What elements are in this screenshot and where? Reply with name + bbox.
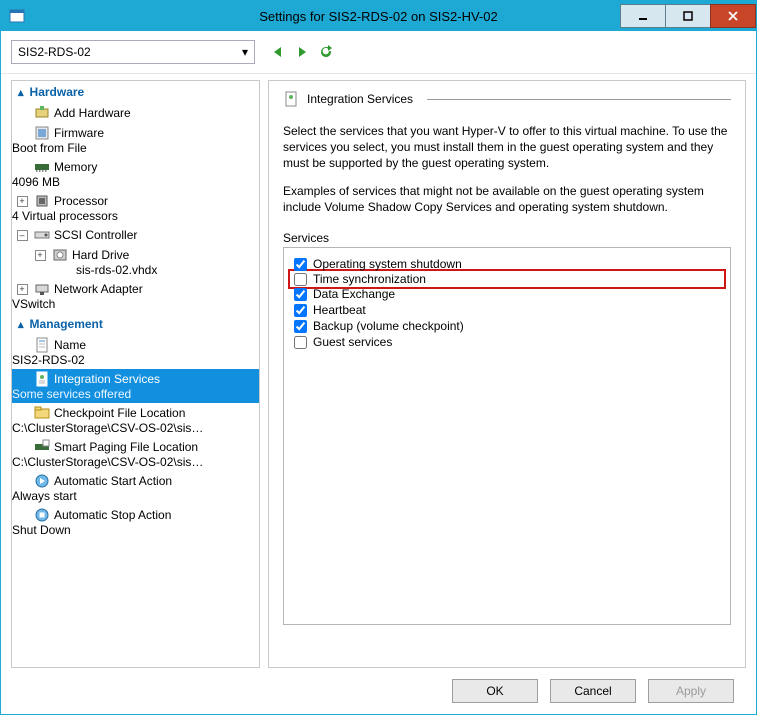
chevron-down-icon: ▾ xyxy=(242,45,248,59)
service-label: Time synchronization xyxy=(313,272,426,286)
tree-item-auto-stop[interactable]: Automatic Stop Action Shut Down xyxy=(12,505,259,539)
smart-paging-icon xyxy=(34,439,50,455)
service-row: Heartbeat xyxy=(294,302,720,318)
nav-back-button[interactable] xyxy=(269,43,287,61)
services-group-label: Services xyxy=(283,231,731,245)
refresh-button[interactable] xyxy=(317,43,335,61)
services-list: Operating system shutdownTime synchroniz… xyxy=(283,247,731,625)
service-label: Operating system shutdown xyxy=(313,257,462,271)
tree-item-integration-services[interactable]: Integration Services Some services offer… xyxy=(12,369,259,403)
close-button[interactable] xyxy=(710,4,756,28)
expand-icon[interactable]: + xyxy=(35,250,46,261)
firmware-icon xyxy=(34,125,50,141)
settings-window: Settings for SIS2-RDS-02 on SIS2-HV-02 S… xyxy=(0,0,757,715)
hardware-section-header[interactable]: ▴ Hardware xyxy=(12,81,259,103)
auto-stop-icon xyxy=(34,507,50,523)
service-checkbox[interactable] xyxy=(294,320,307,333)
cancel-button[interactable]: Cancel xyxy=(550,679,636,703)
checkpoint-icon xyxy=(34,405,50,421)
apply-button[interactable]: Apply xyxy=(648,679,734,703)
service-label: Heartbeat xyxy=(313,303,366,317)
network-icon xyxy=(34,281,50,297)
window-controls xyxy=(621,4,756,28)
service-checkbox[interactable] xyxy=(294,273,307,286)
tree-item-network[interactable]: + Network Adapter VSwitch xyxy=(12,279,259,313)
tree-item-firmware[interactable]: Firmware Boot from File xyxy=(12,123,259,157)
vm-selected-name: SIS2-RDS-02 xyxy=(18,45,91,59)
minimize-button[interactable] xyxy=(620,4,666,28)
description-1: Select the services that you want Hyper-… xyxy=(283,123,731,171)
tree-item-name[interactable]: Name SIS2-RDS-02 xyxy=(12,335,259,369)
detail-pane: Integration Services Select the services… xyxy=(268,80,746,668)
scsi-icon xyxy=(34,227,50,243)
dialog-button-bar: OK Cancel Apply xyxy=(1,668,756,714)
integration-services-icon xyxy=(283,91,299,107)
tree-item-smart-paging[interactable]: Smart Paging File Location C:\ClusterSto… xyxy=(12,437,259,471)
vm-selector[interactable]: SIS2-RDS-02 ▾ xyxy=(11,40,255,64)
service-checkbox[interactable] xyxy=(294,288,307,301)
window-icon xyxy=(9,8,25,24)
divider xyxy=(427,99,731,100)
hard-drive-icon xyxy=(52,247,68,263)
add-hardware-icon xyxy=(34,105,50,121)
service-checkbox[interactable] xyxy=(294,304,307,317)
management-section-header[interactable]: ▴ Management xyxy=(12,313,259,335)
service-label: Backup (volume checkpoint) xyxy=(313,319,464,333)
tree-item-checkpoint-location[interactable]: Checkpoint File Location C:\ClusterStora… xyxy=(12,403,259,437)
service-label: Guest services xyxy=(313,335,392,349)
auto-start-icon xyxy=(34,473,50,489)
tree-item-memory[interactable]: Memory 4096 MB xyxy=(12,157,259,191)
expand-icon[interactable]: + xyxy=(17,196,28,207)
tree-item-processor[interactable]: + Processor 4 Virtual processors xyxy=(12,191,259,225)
maximize-button[interactable] xyxy=(665,4,711,28)
description-2: Examples of services that might not be a… xyxy=(283,183,731,215)
tree-item-scsi[interactable]: – SCSI Controller xyxy=(12,225,259,245)
processor-icon xyxy=(34,193,50,209)
tree-item-auto-start[interactable]: Automatic Start Action Always start xyxy=(12,471,259,505)
tree-item-add-hardware[interactable]: Add Hardware xyxy=(12,103,259,123)
chevron-up-icon: ▴ xyxy=(18,318,24,331)
detail-title: Integration Services xyxy=(307,92,413,106)
nav-forward-button[interactable] xyxy=(293,43,311,61)
service-checkbox[interactable] xyxy=(294,336,307,349)
service-label: Data Exchange xyxy=(313,287,395,301)
titlebar: Settings for SIS2-RDS-02 on SIS2-HV-02 xyxy=(1,1,756,31)
memory-icon xyxy=(34,159,50,175)
collapse-icon[interactable]: – xyxy=(17,230,28,241)
name-icon xyxy=(34,337,50,353)
settings-tree[interactable]: ▴ Hardware Add Hardware Firmware Boot fr… xyxy=(11,80,260,668)
chevron-up-icon: ▴ xyxy=(18,86,24,99)
ok-button[interactable]: OK xyxy=(452,679,538,703)
service-row: Data Exchange xyxy=(294,286,720,302)
toolbar: SIS2-RDS-02 ▾ xyxy=(1,31,756,74)
integration-services-icon xyxy=(34,371,50,387)
service-row: Guest services xyxy=(294,334,720,350)
service-checkbox[interactable] xyxy=(294,258,307,271)
service-row: Backup (volume checkpoint) xyxy=(294,318,720,334)
expand-icon[interactable]: + xyxy=(17,284,28,295)
tree-item-hard-drive[interactable]: + Hard Drive sis-rds-02.vhdx xyxy=(12,245,259,279)
